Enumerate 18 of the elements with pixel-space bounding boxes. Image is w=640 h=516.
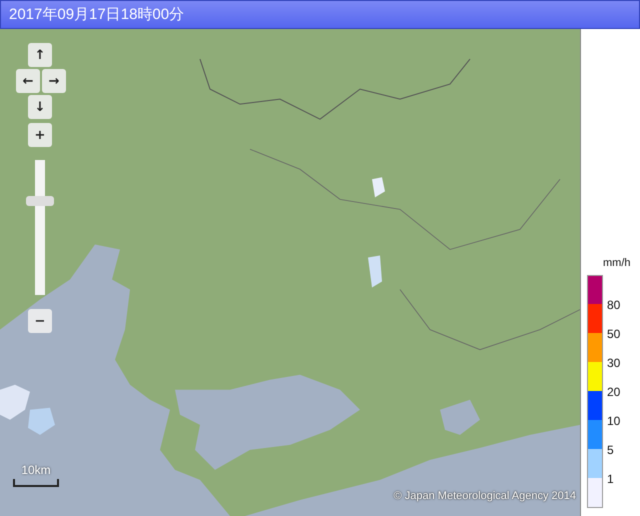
legend-label: 5 — [607, 443, 614, 457]
unit-label: mm/h — [603, 257, 630, 269]
legend-label: 20 — [607, 385, 620, 399]
scale-label: 10km — [21, 463, 51, 477]
legend-label: 10 — [607, 414, 620, 428]
pan-right-button[interactable]: → — [42, 69, 66, 93]
pan-down-button[interactable]: ↓ — [28, 95, 52, 119]
legend-label: 50 — [607, 327, 620, 341]
copyright-text: © Japan Meteorological Agency 2014 — [394, 490, 576, 502]
legend-label: 80 — [607, 298, 620, 312]
legend-label: 1 — [607, 472, 614, 486]
zoom-out-button[interactable]: − — [28, 309, 52, 333]
scale-bar — [13, 479, 59, 487]
legend-label: 30 — [607, 356, 620, 370]
date-time-title: 2017年09月17日18時00分 — [9, 5, 184, 24]
zoom-in-button[interactable]: + — [28, 123, 52, 147]
pan-up-button[interactable]: ↑ — [28, 43, 52, 67]
pan-left-button[interactable]: ← — [16, 69, 40, 93]
